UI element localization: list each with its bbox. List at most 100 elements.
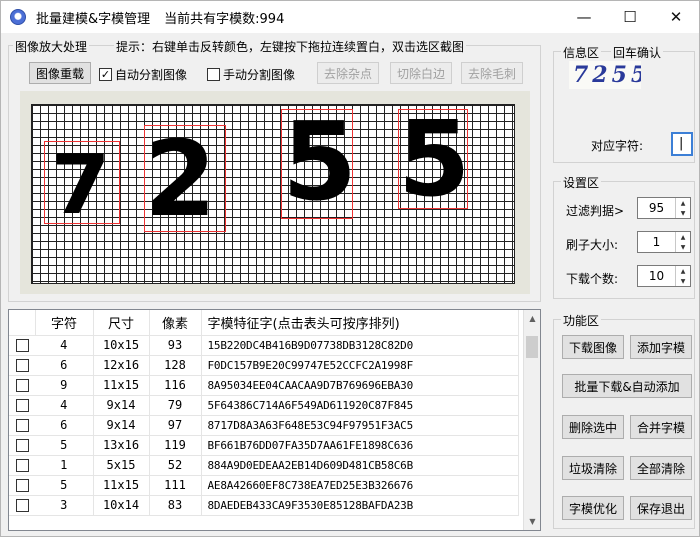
row-checkbox[interactable] [15, 438, 29, 452]
download-down-icon[interactable]: ▼ [676, 276, 690, 286]
download-count-label: 下载个数: [566, 272, 619, 286]
char-input-value: | [679, 136, 684, 151]
filter-up-icon[interactable]: ▲ [676, 198, 690, 208]
cell-feature: 8DAEDEB433CA9F3530E85128BAFDA23B [201, 495, 519, 516]
save-exit-button[interactable]: 保存退出 [630, 496, 692, 520]
cell-char: 1 [35, 455, 94, 476]
download-image-button[interactable]: 下载图像 [562, 335, 624, 359]
manual-split-checkbox[interactable]: 手动分割图像 [207, 66, 295, 83]
cell-char: 6 [35, 415, 94, 436]
cell-pixels: 83 [149, 495, 202, 516]
delete-selected-button[interactable]: 删除选中 [562, 415, 624, 439]
header-feature[interactable]: 字模特征字(点击表头可按序排列) [201, 310, 519, 336]
table-row[interactable]: 9 11x15 116 8A95034EE04CAACAA9D7B769696EBA3… [9, 375, 519, 396]
filter-stepper[interactable]: 95 ▲ ▼ [637, 197, 691, 219]
row-checkbox[interactable] [15, 458, 29, 472]
glyph-4: 5 [398, 98, 471, 220]
download-count-value[interactable]: 10 [638, 266, 675, 286]
cell-size: 11x15 [93, 475, 150, 496]
trim-border-button[interactable]: 切除白边 [390, 62, 452, 84]
cell-pixels: 79 [149, 395, 202, 416]
row-checkbox[interactable] [15, 358, 29, 372]
cell-size: 9x14 [93, 415, 150, 436]
header-select[interactable] [9, 310, 36, 336]
cell-pixels: 52 [149, 455, 202, 476]
table-row[interactable]: 6 9x14 97 8717D8A3A63F648E53C94F97951F3AC5 [9, 415, 519, 436]
close-button[interactable]: ✕ [653, 1, 699, 33]
table-row[interactable]: 4 9x14 79 5F64386C714A6F549AD611920C87F845 [9, 395, 519, 416]
cell-size: 11x15 [93, 375, 150, 396]
cell-feature: BF661B76DD07FA35D7AA61FE1898C636 [201, 435, 519, 456]
header-pixels[interactable]: 像素 [149, 310, 202, 336]
scroll-thumb[interactable] [526, 336, 538, 358]
cell-char: 6 [35, 355, 94, 376]
cell-char: 4 [35, 335, 94, 356]
scroll-down-icon[interactable]: ▼ [524, 513, 540, 530]
cell-feature: 5F64386C714A6F549AD611920C87F845 [201, 395, 519, 416]
brush-label: 刷子大小: [566, 238, 619, 252]
cell-pixels: 111 [149, 475, 202, 496]
merge-glyph-button[interactable]: 合并字模 [630, 415, 692, 439]
filter-value[interactable]: 95 [638, 198, 675, 218]
table-row[interactable]: 5 11x15 111 AE8A42660EF8C738EA7ED25E3B32667… [9, 475, 519, 496]
row-checkbox[interactable] [15, 338, 29, 352]
brush-down-icon[interactable]: ▼ [676, 242, 690, 252]
deburr-button[interactable]: 去除毛刺 [461, 62, 523, 84]
window-title: 批量建模&字模管理 当前共有字模数:994 [36, 8, 284, 27]
glyph-2: 2 [144, 118, 217, 240]
glyph-3: 5 [282, 100, 358, 225]
reload-image-button[interactable]: 图像重载 [29, 62, 91, 84]
cell-feature: 8717D8A3A63F648E53C94F97951F3AC5 [201, 415, 519, 436]
cell-char: 5 [35, 435, 94, 456]
row-checkbox[interactable] [15, 418, 29, 432]
optimize-glyph-button[interactable]: 字模优化 [562, 496, 624, 520]
char-input[interactable]: | [671, 132, 693, 156]
download-count-stepper[interactable]: 10 ▲ ▼ [637, 265, 691, 287]
pixel-grid[interactable]: 7 2 5 5 [31, 104, 515, 284]
filter-down-icon[interactable]: ▼ [676, 208, 690, 218]
captcha-text: 7255 [573, 62, 641, 88]
add-glyph-button[interactable]: 添加字模 [630, 335, 692, 359]
table-row[interactable]: 5 13x16 119 BF661B76DD07FA35D7AA61FE1898C63… [9, 435, 519, 456]
cell-feature: 15B220DC4B416B9D07738DB3128C82D0 [201, 335, 519, 356]
cell-size: 9x14 [93, 395, 150, 416]
maximize-button[interactable]: ☐ [607, 1, 653, 33]
table-scrollbar[interactable]: ▲ ▼ [523, 310, 540, 530]
filter-label: 过滤判据> [566, 204, 625, 218]
auto-split-checkbox[interactable]: ✓ 自动分割图像 [99, 66, 187, 83]
app-icon [10, 9, 26, 25]
download-up-icon[interactable]: ▲ [676, 266, 690, 276]
brush-stepper[interactable]: 1 ▲ ▼ [637, 231, 691, 253]
junk-clear-button[interactable]: 垃圾清除 [562, 456, 624, 480]
batch-download-button[interactable]: 批量下载&自动添加 [562, 374, 692, 398]
table-header-row: 字符 尺寸 像素 字模特征字(点击表头可按序排列) [9, 310, 519, 336]
header-size[interactable]: 尺寸 [93, 310, 150, 336]
manual-split-check-icon[interactable] [207, 68, 220, 81]
brush-up-icon[interactable]: ▲ [676, 232, 690, 242]
cell-size: 13x16 [93, 435, 150, 456]
row-checkbox[interactable] [15, 478, 29, 492]
denoise-button[interactable]: 去除杂点 [317, 62, 379, 84]
cell-size: 10x14 [93, 495, 150, 516]
enter-confirm-label: 回车确认 [611, 44, 664, 61]
cell-pixels: 128 [149, 355, 202, 376]
table-row[interactable]: 3 10x14 83 8DAEDEB433CA9F3530E85128BAFDA23B [9, 495, 519, 516]
table-row[interactable]: 1 5x15 52 884A9D0EDEAA2EB14D609D481CB58C6B [9, 455, 519, 476]
auto-split-check-icon[interactable]: ✓ [99, 68, 112, 81]
scroll-up-icon[interactable]: ▲ [524, 310, 540, 327]
minimize-button[interactable]: — [561, 1, 607, 33]
title-bar: 批量建模&字模管理 当前共有字模数:994 — ☐ ✕ [1, 1, 699, 33]
header-char[interactable]: 字符 [35, 310, 94, 336]
manual-split-label: 手动分割图像 [223, 68, 296, 82]
image-panel-label: 图像放大处理 [13, 38, 90, 55]
table-row[interactable]: 4 10x15 93 15B220DC4B416B9D07738DB3128C82D0 [9, 335, 519, 356]
brush-value[interactable]: 1 [638, 232, 675, 252]
row-checkbox[interactable] [15, 398, 29, 412]
clear-all-button[interactable]: 全部清除 [630, 456, 692, 480]
table-row[interactable]: 6 12x16 128 F0DC157B9E20C99747E52CCFC2A1998… [9, 355, 519, 376]
row-checkbox[interactable] [15, 498, 29, 512]
cell-pixels: 93 [149, 335, 202, 356]
row-checkbox[interactable] [15, 378, 29, 392]
char-label: 对应字符: [591, 139, 644, 153]
settings-panel-label: 设置区 [561, 174, 602, 191]
